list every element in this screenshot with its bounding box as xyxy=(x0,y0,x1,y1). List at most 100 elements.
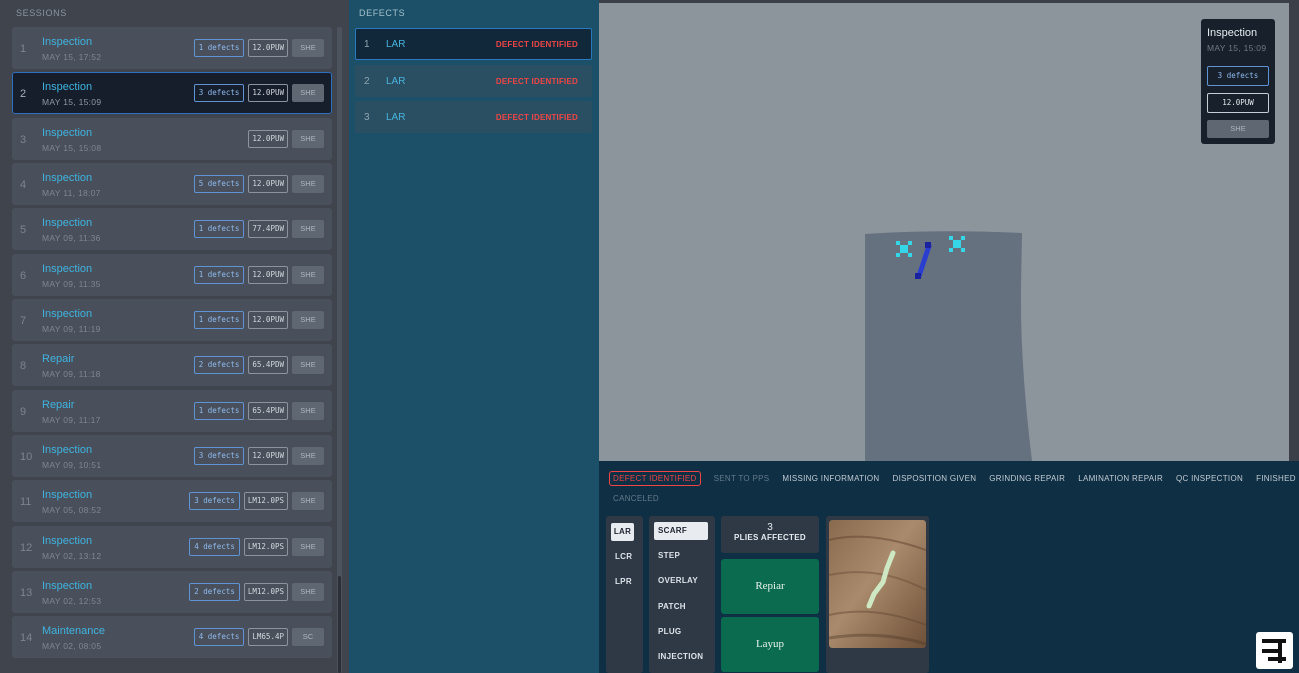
session-defects-tag[interactable]: 3 defects xyxy=(193,84,245,103)
session-type-tag[interactable]: SHE xyxy=(292,311,324,330)
session-index: 6 xyxy=(20,269,27,282)
session-tags: 3 defects 12.0PUW SHE xyxy=(193,84,324,103)
session-defects-tag[interactable]: 2 defects xyxy=(189,583,240,602)
session-type-tag[interactable]: SHE xyxy=(292,84,324,103)
session-code-tag[interactable]: 12.0PUW xyxy=(248,175,288,194)
session-row[interactable]: 9 Repair MAY 09, 11:17 1 defects 65.4PUW SHE xyxy=(12,389,332,432)
model-viewer[interactable]: Inspection MAY 15, 15:09 3 defects 12.0P… xyxy=(599,3,1289,461)
defect-row[interactable]: 1 LAR DEFECT IDENTIFIED xyxy=(355,28,592,60)
session-type-tag[interactable]: SHE xyxy=(292,583,324,602)
session-row[interactable]: 5 Inspection MAY 09, 11:36 1 defects 77.4PDW… xyxy=(12,208,332,251)
session-code-tag[interactable]: 12.0PUW xyxy=(248,265,288,284)
session-defects-tag[interactable]: 1 defects xyxy=(193,265,245,284)
session-index: 3 xyxy=(20,133,27,146)
session-row[interactable]: 8 Repair MAY 09, 11:18 2 defects 65.4PDW SHE xyxy=(12,344,332,387)
session-type-tag[interactable]: SHE xyxy=(292,265,324,284)
session-row[interactable]: 3 Inspection MAY 15, 15:08 12.0PUW SHE xyxy=(12,117,332,160)
defect-row[interactable]: 2 LAR DEFECT IDENTIFIED xyxy=(355,64,592,97)
session-row[interactable]: 14 Maintenance MAY 02, 08:05 4 defects LM65.… xyxy=(12,616,332,659)
session-type-tag[interactable]: SC xyxy=(292,628,324,647)
card-code-tag[interactable]: 12.0PUW xyxy=(1207,93,1269,113)
defect-name: LAR xyxy=(386,75,406,87)
session-type-tag[interactable]: SHE xyxy=(292,220,324,239)
session-row[interactable]: 4 Inspection MAY 11, 18:07 5 defects 12.0PUW… xyxy=(12,163,332,206)
session-defects-tag[interactable]: 2 defects xyxy=(193,356,245,375)
status-step[interactable]: GRINDING REPAIR xyxy=(989,474,1065,483)
repair-method-option[interactable]: INJECTION xyxy=(658,648,703,666)
session-row[interactable]: 1 Inspection MAY 15, 17:52 1 defects 12.0PUW… xyxy=(12,27,332,69)
repair-method-option[interactable]: PLUG xyxy=(658,623,681,641)
repair-method-option[interactable]: PATCH xyxy=(658,598,686,616)
session-row[interactable]: 10 Inspection MAY 09, 10:51 3 defects 12.0PU… xyxy=(12,435,332,478)
session-defects-tag[interactable]: 4 defects xyxy=(193,628,245,647)
session-row[interactable]: 6 Inspection MAY 09, 11:35 1 defects 12.0PUW… xyxy=(12,253,332,296)
status-step[interactable]: LAMINATION REPAIR xyxy=(1078,474,1163,483)
session-name: Repair xyxy=(42,353,75,366)
sessions-scrollbar-thumb[interactable] xyxy=(338,576,341,673)
session-code-tag[interactable]: 77.4PDW xyxy=(248,220,288,239)
session-defects-tag[interactable]: 1 defects xyxy=(193,311,245,330)
session-date: MAY 15, 15:08 xyxy=(42,142,102,153)
session-code-tag[interactable]: LM12.0PS xyxy=(243,537,288,556)
session-type-tag[interactable]: SHE xyxy=(292,129,324,148)
session-defects-tag[interactable]: 3 defects xyxy=(193,447,245,466)
session-code-tag[interactable]: LM65.4P xyxy=(248,628,288,647)
session-code-tag[interactable]: 12.0PUW xyxy=(248,84,288,103)
session-defects-tag[interactable]: 1 defects xyxy=(193,401,245,420)
model-canvas[interactable] xyxy=(599,3,1289,461)
session-defects-tag[interactable]: 3 defects xyxy=(189,492,240,511)
session-index: 9 xyxy=(20,405,27,418)
status-step[interactable]: MISSING INFORMATION xyxy=(782,474,879,483)
status-step[interactable]: FINISHED xyxy=(1256,474,1296,483)
session-name: Inspection xyxy=(42,534,93,547)
repair-method-option[interactable]: SCARF xyxy=(654,522,708,540)
session-defects-tag[interactable]: 4 defects xyxy=(189,537,240,556)
defect-row[interactable]: 3 LAR DEFECT IDENTIFIED xyxy=(355,101,592,133)
status-step[interactable]: DISPOSITION GIVEN xyxy=(893,474,977,483)
session-row[interactable]: 13 Inspection MAY 02, 12:53 2 defects LM12.0… xyxy=(12,571,332,614)
repair-method-option[interactable]: OVERLAY xyxy=(658,572,698,590)
status-step[interactable]: DEFECT IDENTIFIED xyxy=(609,471,701,486)
session-type-tag[interactable]: SHE xyxy=(292,356,324,375)
session-defects-tag[interactable]: 1 defects xyxy=(193,220,245,239)
session-name: Inspection xyxy=(42,172,93,185)
status-step[interactable]: QC INSPECTION xyxy=(1176,474,1243,483)
defect-photo[interactable] xyxy=(829,520,926,648)
status-stepper: DEFECT IDENTIFIED SENT TO PPS MISSING INFO… xyxy=(609,471,1296,486)
session-type-tag[interactable]: SHE xyxy=(292,175,324,194)
session-defects-tag[interactable]: 5 defects xyxy=(193,175,245,194)
session-row[interactable]: 7 Inspection MAY 09, 11:19 1 defects 12.0PUW… xyxy=(12,299,332,342)
session-type-tag[interactable]: SHE xyxy=(292,39,324,57)
defect-type-option[interactable]: LCR xyxy=(615,548,632,566)
plies-affected-box[interactable]: 3 PLIES AFFECTED xyxy=(721,516,819,553)
repair-method-option[interactable]: STEP xyxy=(658,547,680,565)
status-step[interactable]: SENT TO PPS xyxy=(714,474,770,483)
session-code-tag[interactable]: LM12.0PS xyxy=(243,583,288,602)
sessions-panel: SESSIONS 1 Inspection MAY 15, 17:52 1 defec… xyxy=(0,0,349,673)
session-type-tag[interactable]: SHE xyxy=(292,447,324,466)
session-code-tag[interactable]: 65.4PUW xyxy=(248,401,288,420)
repair-button[interactable]: Repiar xyxy=(721,559,819,614)
session-code-tag[interactable]: 12.0PUW xyxy=(248,447,288,466)
card-type-tag[interactable]: SHE xyxy=(1207,120,1269,138)
session-code-tag[interactable]: LM12.0PS xyxy=(243,492,288,511)
session-row[interactable]: 12 Inspection MAY 02, 13:12 4 defects LM12.0… xyxy=(12,525,332,568)
session-row[interactable]: 2 Inspection MAY 15, 15:09 3 defects 12.0PUW… xyxy=(12,72,332,115)
defect-type-option[interactable]: LPR xyxy=(615,573,632,591)
plies-label: PLIES AFFECTED xyxy=(734,533,806,542)
part-model xyxy=(865,231,1032,461)
session-row[interactable]: 11 Inspection MAY 05, 08:52 3 defects LM12.0… xyxy=(12,480,332,523)
layup-button[interactable]: Layup xyxy=(721,617,819,672)
defect-type-option[interactable]: LAR xyxy=(611,523,634,541)
session-code-tag[interactable]: 12.0PUW xyxy=(248,39,288,57)
defect-photo-frame[interactable] xyxy=(826,516,929,673)
session-defects-tag[interactable]: 1 defects xyxy=(193,39,245,57)
session-type-tag[interactable]: SHE xyxy=(292,401,324,420)
session-type-tag[interactable]: SHE xyxy=(292,537,324,556)
status-step-canceled[interactable]: CANCELED xyxy=(613,494,659,503)
session-type-tag[interactable]: SHE xyxy=(292,492,324,511)
card-defects-tag[interactable]: 3 defects xyxy=(1207,66,1269,86)
session-code-tag[interactable]: 12.0PUW xyxy=(248,311,288,330)
session-code-tag[interactable]: 65.4PDW xyxy=(248,356,288,375)
session-code-tag[interactable]: 12.0PUW xyxy=(248,129,288,148)
